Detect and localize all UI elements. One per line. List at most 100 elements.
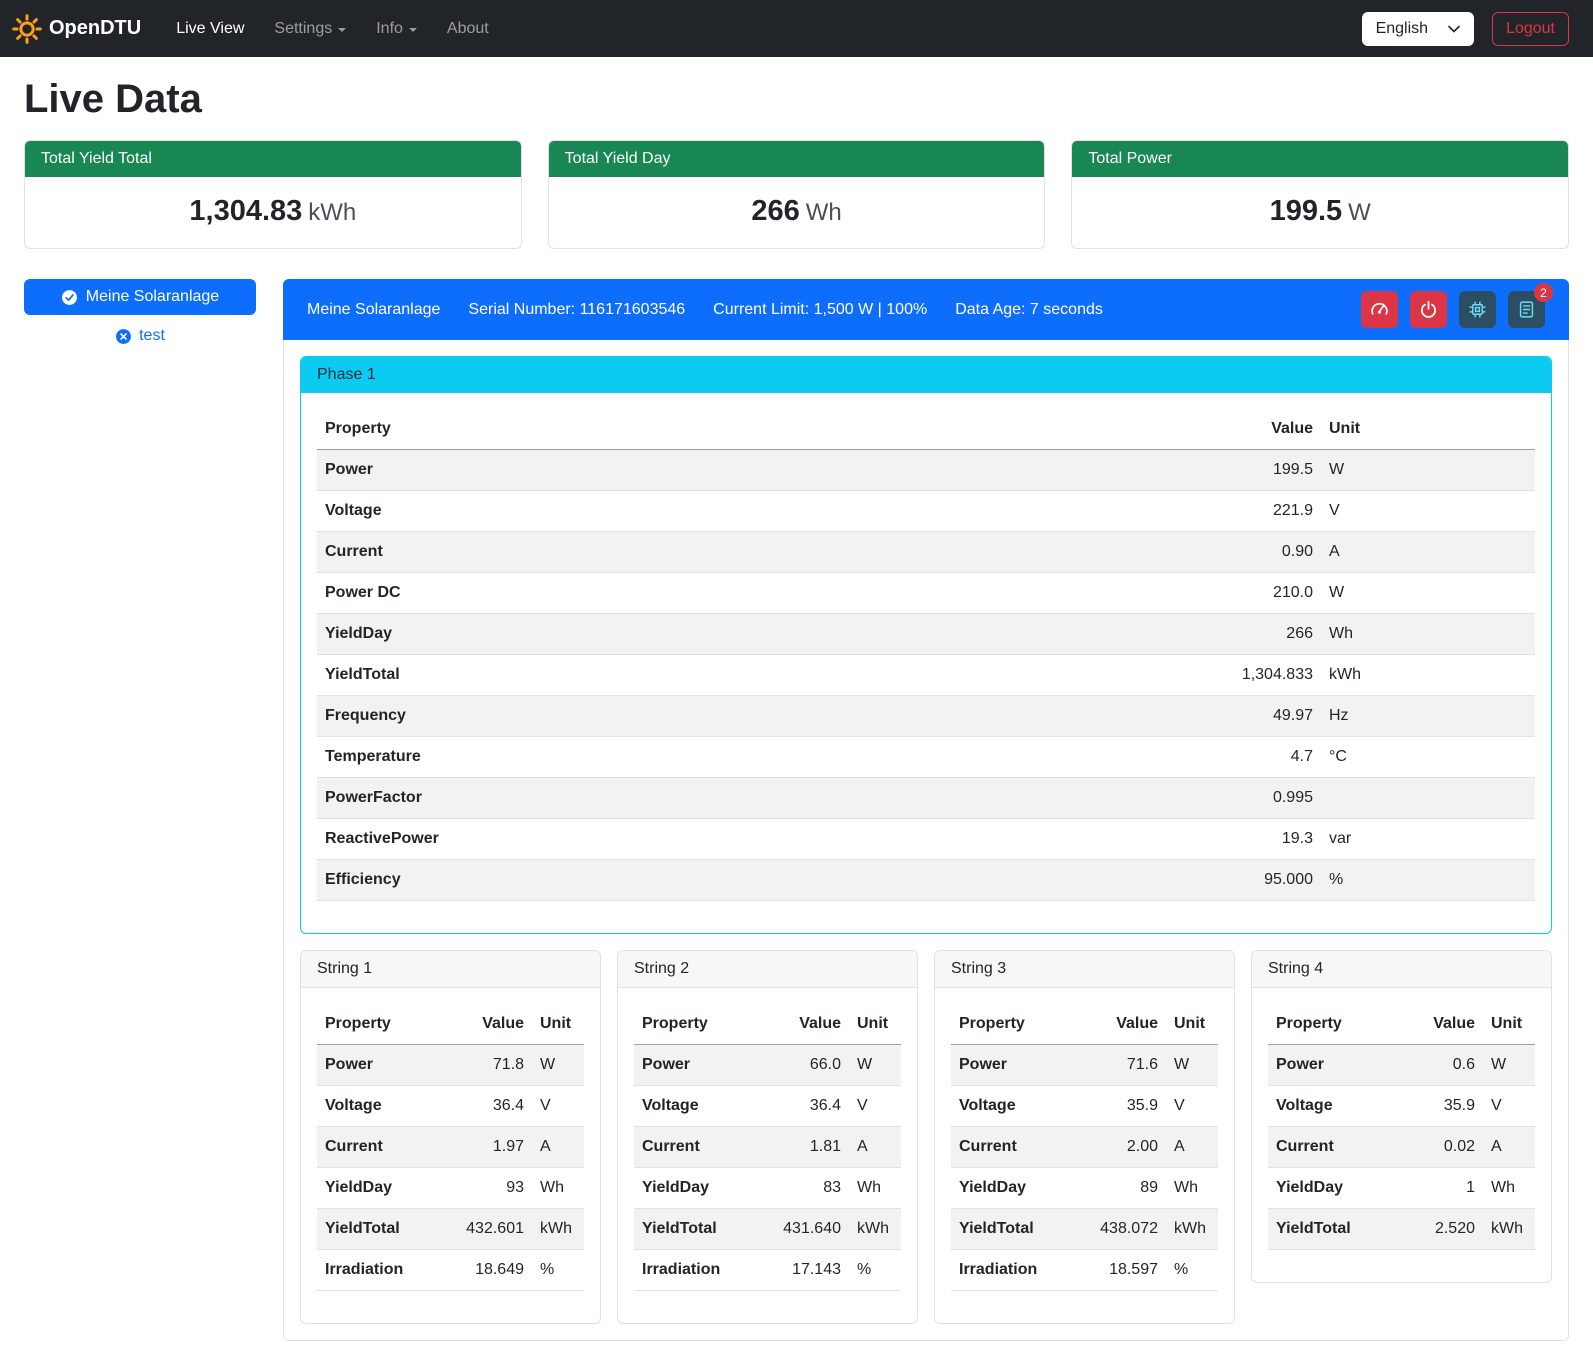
language-select[interactable]: English	[1362, 12, 1474, 46]
value-cell: 17.143	[771, 1250, 849, 1291]
column-value: Value	[1405, 1004, 1483, 1045]
unit-cell: Hz	[1321, 696, 1535, 737]
value-cell: 35.9	[1405, 1086, 1483, 1127]
column-property: Property	[951, 1004, 1088, 1045]
main-nav: Live View Settings Info About	[161, 12, 504, 46]
unit-cell: V	[849, 1086, 901, 1127]
unit-cell: Wh	[1321, 614, 1535, 655]
value-cell: 266	[1191, 614, 1321, 655]
unit-cell: W	[1321, 450, 1535, 491]
value-cell: 438.072	[1088, 1209, 1166, 1250]
table-row: Irradiation18.597%	[951, 1250, 1218, 1291]
card-title: Total Yield Total	[25, 141, 521, 177]
total-yield-total-card: Total Yield Total 1,304.83kWh	[24, 140, 522, 249]
inverter-name: Meine Solaranlage	[307, 301, 440, 319]
value-cell: 210.0	[1191, 573, 1321, 614]
inverter-actions: 2	[1361, 291, 1545, 328]
nav-item-about[interactable]: About	[432, 12, 504, 46]
power-toggle-button[interactable]	[1410, 291, 1447, 328]
value-cell: 2.520	[1405, 1209, 1483, 1250]
unit-cell: A	[532, 1127, 584, 1168]
unit-cell: %	[1166, 1250, 1218, 1291]
unit-cell: kWh	[1166, 1209, 1218, 1250]
value-cell: 0.995	[1191, 778, 1321, 819]
value-cell: 66.0	[771, 1045, 849, 1086]
nav-item-live-view[interactable]: Live View	[161, 12, 259, 46]
nav-item-settings[interactable]: Settings	[259, 12, 361, 46]
unit-cell: V	[1483, 1086, 1535, 1127]
limit-settings-button[interactable]	[1361, 291, 1398, 328]
value-cell: 199.5	[1191, 450, 1321, 491]
unit-cell: W	[849, 1045, 901, 1086]
chevron-down-icon	[338, 28, 346, 32]
value-cell: 18.649	[454, 1250, 532, 1291]
table-row: Current2.00A	[951, 1127, 1218, 1168]
page-container: Live Data Total Yield Total 1,304.83kWh …	[0, 77, 1593, 1365]
string-3-card: String 3 Property Value Unit	[934, 950, 1235, 1324]
string-body: Property Value Unit Power71.6WVoltage35.…	[935, 988, 1234, 1323]
string-2-table: Property Value Unit Power66.0WVoltage36.…	[634, 1004, 901, 1291]
table-row: Irradiation18.649%	[317, 1250, 584, 1291]
unit-cell: °C	[1321, 737, 1535, 778]
unit-cell: W	[1483, 1045, 1535, 1086]
value-cell: 89	[1088, 1168, 1166, 1209]
phase-table: Property Value Unit Power199.5WVoltage22…	[317, 409, 1535, 901]
string-body: Property Value Unit Power71.8WVoltage36.…	[301, 988, 600, 1323]
value-cell: 221.9	[1191, 491, 1321, 532]
string-1-card: String 1 Property Value Unit	[300, 950, 601, 1324]
gauge-icon	[1370, 300, 1389, 319]
device-info-button[interactable]	[1459, 291, 1496, 328]
table-row: YieldDay89Wh	[951, 1168, 1218, 1209]
inverter-select-button[interactable]: Meine Solaranlage	[24, 279, 256, 315]
logout-button[interactable]: Logout	[1492, 12, 1569, 46]
property-cell: Efficiency	[317, 860, 1191, 901]
string-1-table: Property Value Unit Power71.8WVoltage36.…	[317, 1004, 584, 1291]
sun-logo-icon	[12, 14, 42, 44]
table-row: YieldTotal1,304.833kWh	[317, 655, 1535, 696]
property-cell: Power	[951, 1045, 1088, 1086]
value-cell: 432.601	[454, 1209, 532, 1250]
unit-cell: V	[1166, 1086, 1218, 1127]
value-cell: 83	[771, 1168, 849, 1209]
content-row: Meine Solaranlage test Meine Solaranlage…	[24, 279, 1569, 1341]
table-row: YieldTotal432.601kWh	[317, 1209, 584, 1250]
column-unit: Unit	[532, 1004, 584, 1045]
chevron-down-icon	[409, 28, 417, 32]
unit-cell	[1321, 778, 1535, 819]
table-row: Voltage35.9V	[1268, 1086, 1535, 1127]
event-log-button[interactable]: 2	[1508, 291, 1545, 328]
value-cell: 4.7	[1191, 737, 1321, 778]
inverter-sidebar: Meine Solaranlage test	[24, 279, 256, 345]
unit-cell: kWh	[1321, 655, 1535, 696]
card-value-area: 199.5W	[1072, 177, 1568, 248]
table-row: Voltage36.4V	[317, 1086, 584, 1127]
table-row: Power66.0W	[634, 1045, 901, 1086]
brand-link[interactable]: OpenDTU	[12, 14, 141, 44]
table-header-row: Property Value Unit	[1268, 1004, 1535, 1045]
property-cell: PowerFactor	[317, 778, 1191, 819]
unit-cell: V	[532, 1086, 584, 1127]
nav-item-info[interactable]: Info	[361, 12, 432, 46]
phase-body: Property Value Unit Power199.5WVoltage22…	[301, 393, 1551, 933]
table-row: Power0.6W	[1268, 1045, 1535, 1086]
table-row: Power71.6W	[951, 1045, 1218, 1086]
column-value: Value	[1088, 1004, 1166, 1045]
column-property: Property	[634, 1004, 771, 1045]
card-unit: W	[1348, 199, 1371, 226]
property-cell: Current	[951, 1127, 1088, 1168]
power-icon	[1419, 300, 1438, 319]
inverter-item-test[interactable]: test	[24, 327, 256, 345]
property-cell: YieldDay	[317, 614, 1191, 655]
card-unit: kWh	[308, 199, 356, 226]
phase-card: Phase 1 Property Value Unit Power199.5WV…	[300, 356, 1552, 934]
unit-cell: %	[1321, 860, 1535, 901]
table-row: ReactivePower19.3var	[317, 819, 1535, 860]
column-unit: Unit	[849, 1004, 901, 1045]
string-title: String 3	[935, 951, 1234, 988]
card-value: 266	[751, 195, 799, 227]
value-cell: 49.97	[1191, 696, 1321, 737]
table-row: YieldTotal2.520kWh	[1268, 1209, 1535, 1250]
property-cell: YieldDay	[634, 1168, 771, 1209]
card-unit: Wh	[806, 199, 842, 226]
string-title: String 1	[301, 951, 600, 988]
